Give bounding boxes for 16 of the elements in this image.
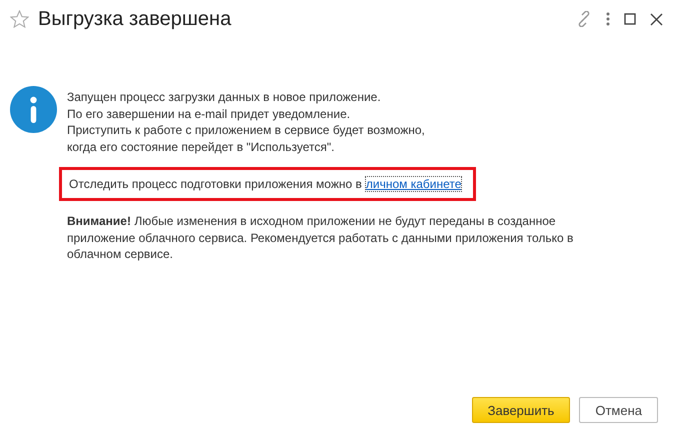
message-text: По его завершении на e-mail придет уведомление. (67, 106, 352, 122)
message-text: Приступить к работе с приложением в сервисе будет возможно, (67, 122, 426, 138)
more-icon[interactable] (606, 12, 610, 26)
star-icon[interactable] (10, 10, 29, 28)
maximize-icon[interactable] (624, 13, 636, 25)
window-title: Выгрузка завершена (38, 8, 232, 30)
tracking-text: Отследить процесс подготовки приложения можно в (69, 177, 362, 191)
link-icon[interactable] (576, 11, 592, 27)
cancel-button[interactable]: Отмена (579, 397, 658, 423)
account-link[interactable]: личном кабинете (366, 177, 462, 191)
message-text: Запущен процесс загрузки данных в новое приложение. (67, 89, 382, 106)
close-icon[interactable] (650, 12, 663, 26)
warning-text: Внимание! Любые изменения в исходном приложении не будут переданы в созданное приложение облачного сервиса. Рекомендуется работать с данными приложения только в облачном сервисе. (67, 213, 574, 262)
message-text: когда его состояние перейдет в "Используется". (67, 138, 336, 155)
finish-button[interactable]: Завершить (472, 397, 570, 423)
info-icon (10, 86, 57, 133)
